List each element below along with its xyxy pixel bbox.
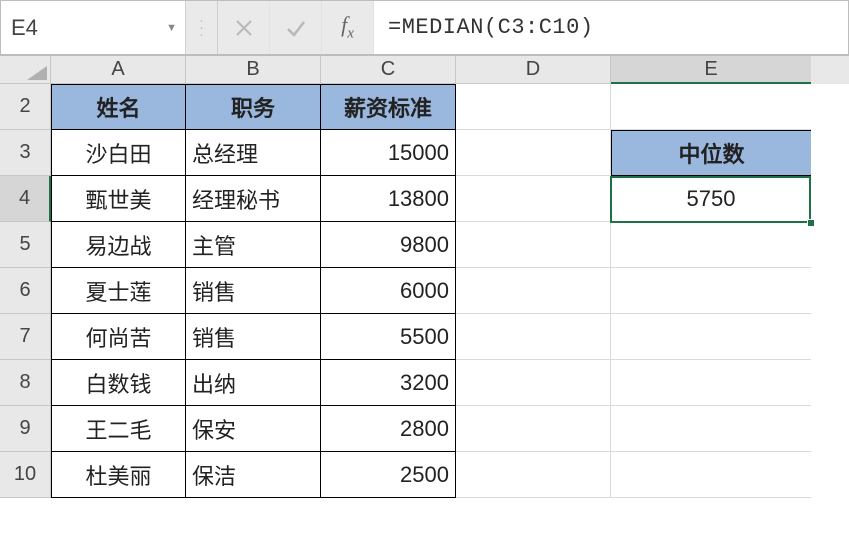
header-salary[interactable]: 薪资标准 — [321, 84, 456, 130]
cell-E6[interactable] — [611, 268, 811, 314]
cell-C6[interactable]: 6000 — [321, 268, 456, 314]
cell-A7[interactable]: 何尚苦 — [51, 314, 186, 360]
formula-text: =MEDIAN(C3:C10) — [388, 15, 594, 40]
cell-B6[interactable]: 销售 — [186, 268, 321, 314]
median-value[interactable]: 5750 — [611, 176, 811, 222]
name-box[interactable]: E4 ▼ — [1, 1, 186, 54]
cell-B3[interactable]: 总经理 — [186, 130, 321, 176]
cell-E8[interactable] — [611, 360, 811, 406]
cell-B9[interactable]: 保安 — [186, 406, 321, 452]
cell-A6[interactable]: 夏士莲 — [51, 268, 186, 314]
cell-C10[interactable]: 2500 — [321, 452, 456, 498]
cell-D9[interactable] — [456, 406, 611, 452]
fill-handle[interactable] — [807, 219, 815, 227]
cell-C9[interactable]: 2800 — [321, 406, 456, 452]
cell-B4[interactable]: 经理秘书 — [186, 176, 321, 222]
x-icon — [232, 16, 256, 40]
cell-D6[interactable] — [456, 268, 611, 314]
col-header-D[interactable]: D — [456, 56, 611, 84]
col-header-B[interactable]: B — [186, 56, 321, 84]
cell-E9[interactable] — [611, 406, 811, 452]
col-header-A[interactable]: A — [51, 56, 186, 84]
cell-E5[interactable] — [611, 222, 811, 268]
cell-E7[interactable] — [611, 314, 811, 360]
cell-B8[interactable]: 出纳 — [186, 360, 321, 406]
select-all-corner[interactable] — [0, 56, 51, 84]
row-header-8[interactable]: 8 — [0, 360, 51, 406]
cell-D7[interactable] — [456, 314, 611, 360]
row-header-5[interactable]: 5 — [0, 222, 51, 268]
row-4: 4 甄世美 经理秘书 13800 5750 — [0, 176, 849, 222]
name-box-dropdown-icon[interactable]: ▼ — [166, 22, 177, 34]
row-header-6[interactable]: 6 — [0, 268, 51, 314]
cell-E2[interactable] — [611, 84, 811, 130]
cell-C7[interactable]: 5500 — [321, 314, 456, 360]
cell-D3[interactable] — [456, 130, 611, 176]
row-10: 10 杜美丽 保洁 2500 — [0, 452, 849, 498]
spreadsheet-grid[interactable]: A B C D E 2 姓名 职务 薪资标准 3 沙白田 总经理 15000 中… — [0, 56, 849, 498]
row-3: 3 沙白田 总经理 15000 中位数 — [0, 130, 849, 176]
row-9: 9 王二毛 保安 2800 — [0, 406, 849, 452]
row-7: 7 何尚苦 销售 5500 — [0, 314, 849, 360]
median-label[interactable]: 中位数 — [611, 130, 811, 176]
cell-D5[interactable] — [456, 222, 611, 268]
insert-function-button[interactable]: fx — [322, 1, 374, 54]
row-header-10[interactable]: 10 — [0, 452, 51, 498]
cell-C5[interactable]: 9800 — [321, 222, 456, 268]
row-5: 5 易边战 主管 9800 — [0, 222, 849, 268]
cell-B7[interactable]: 销售 — [186, 314, 321, 360]
cell-A10[interactable]: 杜美丽 — [51, 452, 186, 498]
cell-C3[interactable]: 15000 — [321, 130, 456, 176]
cell-B10[interactable]: 保洁 — [186, 452, 321, 498]
cell-A5[interactable]: 易边战 — [51, 222, 186, 268]
row-header-9[interactable]: 9 — [0, 406, 51, 452]
cell-D8[interactable] — [456, 360, 611, 406]
cell-E10[interactable] — [611, 452, 811, 498]
cell-D2[interactable] — [456, 84, 611, 130]
check-icon — [284, 16, 308, 40]
col-header-E[interactable]: E — [611, 56, 811, 84]
formula-bar-divider: ··· — [186, 1, 218, 54]
row-header-7[interactable]: 7 — [0, 314, 51, 360]
fx-icon: fx — [341, 12, 354, 42]
cell-B5[interactable]: 主管 — [186, 222, 321, 268]
row-8: 8 白数钱 出纳 3200 — [0, 360, 849, 406]
cell-C4[interactable]: 13800 — [321, 176, 456, 222]
row-2: 2 姓名 职务 薪资标准 — [0, 84, 849, 130]
cell-A9[interactable]: 王二毛 — [51, 406, 186, 452]
header-role[interactable]: 职务 — [186, 84, 321, 130]
cell-C8[interactable]: 3200 — [321, 360, 456, 406]
row-header-2[interactable]: 2 — [0, 84, 51, 130]
cell-A8[interactable]: 白数钱 — [51, 360, 186, 406]
row-header-3[interactable]: 3 — [0, 130, 51, 176]
cell-A3[interactable]: 沙白田 — [51, 130, 186, 176]
cell-D10[interactable] — [456, 452, 611, 498]
col-header-C[interactable]: C — [321, 56, 456, 84]
row-header-4[interactable]: 4 — [0, 176, 51, 222]
cell-D4[interactable] — [456, 176, 611, 222]
cancel-button[interactable] — [218, 1, 270, 54]
formula-input[interactable]: =MEDIAN(C3:C10) — [374, 1, 848, 54]
cell-A4[interactable]: 甄世美 — [51, 176, 186, 222]
row-6: 6 夏士莲 销售 6000 — [0, 268, 849, 314]
cell-reference: E4 — [11, 15, 38, 41]
column-headers: A B C D E — [0, 56, 849, 84]
header-name[interactable]: 姓名 — [51, 84, 186, 130]
confirm-button[interactable] — [270, 1, 322, 54]
formula-bar: E4 ▼ ··· fx =MEDIAN(C3:C10) — [0, 0, 849, 56]
